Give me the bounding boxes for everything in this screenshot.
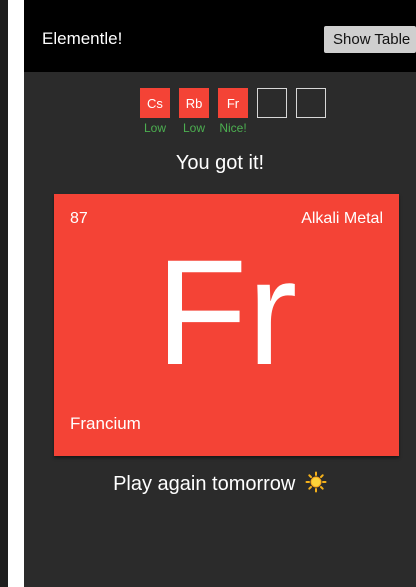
show-table-button[interactable]: Show Table [324, 26, 416, 53]
atomic-number: 87 [70, 210, 88, 227]
guess-hint: Nice! [219, 121, 247, 135]
guess-hint: Low [182, 121, 205, 135]
guess-hint: Low [143, 121, 166, 135]
result-message: You got it! [175, 152, 265, 174]
guess-tile: Fr [218, 88, 248, 118]
element-category: Alkali Metal [301, 210, 383, 227]
guess-tile: Rb [179, 88, 209, 118]
element-name: Francium [70, 414, 141, 433]
element-symbol: Fr [155, 228, 298, 396]
app-window: Elementle! Show Table Cs Low Rb Low Fr N… [24, 0, 416, 587]
empty-guess-tile [257, 88, 287, 118]
guess-row: Cs Low Rb Low Fr Nice! [138, 88, 328, 135]
left-border [0, 0, 8, 587]
guess-tile: Cs [140, 88, 170, 118]
guess-slot: Cs Low [138, 88, 172, 135]
guess-slot [294, 88, 328, 135]
footer-message: Play again tomorrow [24, 470, 416, 501]
guess-slot [255, 88, 289, 135]
element-card: 87 Alkali Metal Fr Francium [54, 194, 399, 456]
guess-slot: Fr Nice! [216, 88, 250, 135]
app-title: Elementle! [42, 29, 123, 48]
top-bar: Elementle! Show Table [24, 0, 416, 72]
sun-icon [305, 471, 327, 501]
empty-guess-tile [296, 88, 326, 118]
footer-text: Play again tomorrow [113, 473, 296, 495]
guess-slot: Rb Low [177, 88, 211, 135]
